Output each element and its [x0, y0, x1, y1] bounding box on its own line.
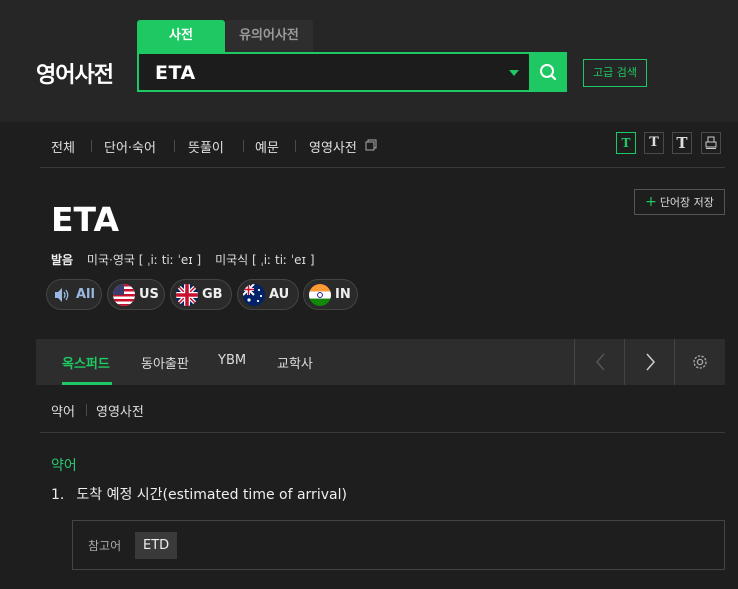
search-input[interactable]: ETA: [155, 62, 196, 84]
plus-icon: +: [645, 194, 657, 210]
definition-number: 1.: [51, 487, 65, 503]
entry-word: ETA: [51, 200, 120, 239]
divider: [91, 140, 92, 152]
advanced-search-button[interactable]: 고급 검색: [583, 59, 647, 87]
font-size-medium-button[interactable]: T: [644, 132, 664, 154]
tab-ybm[interactable]: YBM: [218, 353, 246, 368]
search-icon: [540, 64, 557, 81]
save-to-wordbook-button[interactable]: + 단어장 저장: [634, 189, 725, 215]
subnav-all[interactable]: 전체: [51, 137, 75, 156]
pron-us: 미국식 [ ˌiː tiː ˈeɪ ]: [215, 253, 315, 267]
print-icon: [705, 136, 717, 149]
subnav-words-idioms[interactable]: 단어·숙어: [104, 137, 156, 156]
subnav: 전체 단어·숙어 뜻풀이 예문 영영사전 T T T: [40, 128, 725, 168]
dictionary-source-tabs: 옥스퍼드 동아출판 YBM 교학사: [36, 339, 725, 385]
gb-flag-icon: [176, 284, 198, 306]
font-size-large-button[interactable]: T: [672, 132, 692, 154]
section-link-abbreviation[interactable]: 약어: [51, 401, 75, 420]
dropdown-arrow-icon[interactable]: [509, 70, 519, 76]
audio-in-label: IN: [335, 287, 351, 302]
pronunciation-row: 발음 미국·영국 [ ˌiː tiː ˈeɪ ] 미국식 [ ˌiː tiː ˈ…: [51, 251, 315, 268]
pron-us-uk: 미국·영국 [ ˌiː tiː ˈeɪ ]: [86, 253, 202, 267]
au-flag-icon: [243, 284, 265, 306]
reference-label: 참고어: [88, 539, 122, 553]
tab-donga[interactable]: 동아출판: [141, 353, 189, 372]
subnav-examples[interactable]: 예문: [255, 137, 279, 156]
audio-in-button[interactable]: IN: [303, 279, 358, 310]
prev-tab-button[interactable]: [574, 339, 624, 385]
audio-au-label: AU: [269, 287, 290, 302]
section-link-english-english[interactable]: 영영사전: [96, 401, 144, 420]
search-box[interactable]: ETA: [137, 52, 567, 92]
font-size-small-button[interactable]: T: [616, 132, 636, 154]
audio-all-label: All: [76, 287, 95, 302]
audio-us-label: US: [139, 287, 159, 302]
tab-dictionary[interactable]: 사전: [137, 20, 225, 52]
audio-au-button[interactable]: AU: [237, 279, 299, 310]
tab-thesaurus[interactable]: 유의어사전: [225, 20, 313, 52]
divider: [174, 140, 175, 152]
tab-kyohak[interactable]: 교학사: [277, 353, 313, 372]
divider: [86, 404, 87, 416]
subnav-english-english[interactable]: 영영사전: [309, 137, 357, 156]
print-button[interactable]: [701, 132, 721, 154]
chevron-left-icon: [596, 353, 605, 371]
audio-us-button[interactable]: US: [107, 279, 165, 310]
active-tab-indicator: [62, 382, 112, 385]
us-flag-icon: [113, 284, 135, 306]
gear-icon: [693, 355, 707, 369]
external-link-icon: [365, 139, 377, 151]
reference-box: 참고어 ETD: [72, 520, 725, 570]
in-flag-icon: [309, 284, 331, 306]
section-links: 약어 영영사전: [40, 386, 725, 433]
search-button[interactable]: [529, 54, 567, 90]
speaker-icon: [55, 288, 69, 302]
pron-label: 발음: [51, 253, 74, 267]
divider: [243, 140, 244, 152]
audio-all-button[interactable]: All: [46, 279, 102, 310]
audio-gb-label: GB: [202, 287, 223, 302]
next-tab-button[interactable]: [624, 339, 674, 385]
divider: [295, 140, 296, 152]
subnav-meanings[interactable]: 뜻풀이: [188, 137, 224, 156]
section-heading: 약어: [51, 458, 77, 474]
header: 영어사전 사전 유의어사전 ETA 고급 검색: [0, 0, 738, 122]
logo[interactable]: 영어사전: [36, 57, 114, 89]
settings-button[interactable]: [674, 339, 725, 385]
reference-word-link[interactable]: ETD: [135, 532, 178, 559]
save-label: 단어장 저장: [659, 196, 714, 209]
audio-gb-button[interactable]: GB: [170, 279, 232, 310]
chevron-right-icon: [646, 353, 655, 371]
definition-text: 도착 예정 시간(estimated time of arrival): [76, 487, 347, 503]
definition-item: 1. 도착 예정 시간(estimated time of arrival): [51, 484, 347, 504]
tab-oxford[interactable]: 옥스퍼드: [62, 353, 110, 372]
